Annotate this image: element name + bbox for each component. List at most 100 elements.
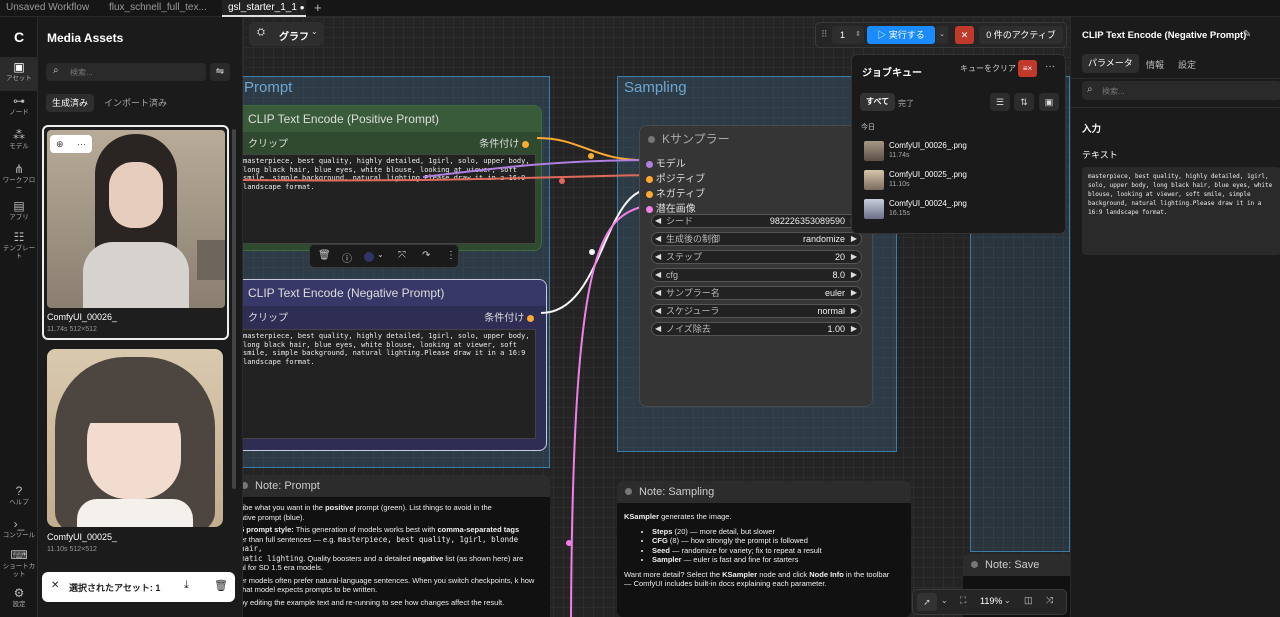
sampler-name-widget[interactable]: ◀ サンプラー名 euler ▶ bbox=[651, 286, 862, 300]
ksampler-node[interactable]: Kサンプラー モデル ポジティブ ネガティブ 潜在画像 潜 ◀シード982226… bbox=[639, 125, 873, 407]
tab-gsl-starter-label: gsl_starter_1_1 bbox=[228, 2, 297, 13]
ksampler-model-input[interactable]: モデル bbox=[646, 155, 686, 170]
more-icon[interactable]: ··· bbox=[1045, 61, 1055, 72]
gallery-icon[interactable]: ▣ bbox=[1039, 93, 1059, 111]
add-tab-button[interactable]: + bbox=[308, 0, 326, 17]
control-after-generate-widget[interactable]: ◀ 生成後の制御 randomize ▶ bbox=[651, 232, 862, 246]
rail-assets[interactable]: ▣ アセット bbox=[0, 57, 38, 91]
rail-help-label: ヘルプ bbox=[9, 499, 29, 506]
link-positive bbox=[536, 137, 652, 162]
fit-view-icon[interactable]: ⛶ bbox=[960, 595, 966, 606]
denoise-widget[interactable]: ◀ ノイズ除去 1.00 ▶ bbox=[651, 322, 862, 336]
cfg-widget[interactable]: ◀ cfg 8.0 ▶ bbox=[651, 268, 862, 282]
tab-info[interactable]: 情報 bbox=[1146, 58, 1164, 71]
rail-shortcuts[interactable]: ⌨ ショートカット bbox=[0, 548, 38, 584]
batch-count-input[interactable]: 1 ⇕ bbox=[832, 26, 864, 44]
rail-assets-label: アセット bbox=[6, 75, 32, 82]
scheduler-widget[interactable]: ◀ スケジューラ normal ▶ bbox=[651, 304, 862, 318]
chevron-down-icon[interactable]: ⌄ bbox=[941, 596, 948, 605]
play-icon: ▷ bbox=[877, 30, 887, 40]
cancel-run-button[interactable]: ✕ bbox=[955, 26, 974, 44]
clear-queue-button[interactable]: ≡× bbox=[1018, 60, 1037, 77]
media-search-input[interactable]: ⌕ 検索... bbox=[46, 63, 206, 81]
zoom-icon[interactable]: ⊕ bbox=[56, 135, 64, 153]
active-jobs-button[interactable]: 0 件のアクティブ bbox=[979, 26, 1063, 44]
denoise-label: ノイズ除去 bbox=[666, 324, 711, 334]
asset-card[interactable]: ComfyUI_00025_ 11.10s 512×512 bbox=[42, 347, 229, 557]
rail-console[interactable]: ›_ コンソール bbox=[0, 517, 38, 545]
rail-help[interactable]: ? ヘルプ bbox=[0, 484, 38, 512]
tab-flux-schnell[interactable]: flux_schnell_full_tex... bbox=[103, 0, 221, 17]
seed-value: 982226353089590 bbox=[769, 216, 845, 226]
asset-card[interactable]: ⊕ ··· ComfyUI_00026_ 11.74s 512×512 bbox=[42, 125, 229, 340]
ksampler-positive-input[interactable]: ポジティブ bbox=[646, 170, 705, 185]
rail-models[interactable]: ⁂ モデル bbox=[0, 128, 38, 158]
job-item[interactable]: ComfyUI_00026_.png 11.74s bbox=[861, 139, 1061, 163]
tab-imported[interactable]: インポート済み bbox=[104, 94, 167, 112]
divider bbox=[1071, 107, 1280, 108]
note-prompt[interactable]: Note: Prompt ribe what you want in the p… bbox=[243, 475, 550, 617]
filter-done[interactable]: 完了 bbox=[898, 98, 914, 109]
drag-handle-icon[interactable]: ⠿ bbox=[821, 29, 828, 40]
asset-thumbnail[interactable] bbox=[47, 130, 225, 308]
tab-parameters[interactable]: パラメータ bbox=[1082, 54, 1139, 73]
job-thumbnail bbox=[864, 141, 884, 161]
steps-widget[interactable]: ◀ ステップ 20 ▶ bbox=[651, 250, 862, 264]
filter-settings-icon[interactable]: ⇋ bbox=[210, 63, 230, 81]
rail-apps[interactable]: ▤ アプリ bbox=[0, 199, 38, 229]
unsaved-dot-icon: ● bbox=[299, 3, 305, 12]
text-field[interactable]: masterpiece, best quality, highly detail… bbox=[1082, 167, 1280, 255]
properties-search-placeholder: 検索... bbox=[1102, 87, 1125, 96]
tab-settings[interactable]: 設定 bbox=[1178, 58, 1196, 71]
link-visibility-icon[interactable]: ⤨ bbox=[1046, 595, 1053, 606]
steps-value: 20 bbox=[834, 252, 845, 262]
tab-generated[interactable]: 生成済み bbox=[46, 94, 95, 112]
filter-all[interactable]: すべて bbox=[860, 93, 896, 111]
zoom-level[interactable]: 119% bbox=[980, 596, 1002, 606]
run-button[interactable]: ▷ 実行する bbox=[867, 26, 935, 44]
tab-unsaved-workflow[interactable]: Unsaved Workflow bbox=[0, 0, 102, 17]
graph-icon: ⛭ bbox=[257, 27, 265, 38]
note-sampling-body: KSampler generates the image. Steps (20)… bbox=[617, 503, 911, 595]
rail-nodes[interactable]: ⊶ ノード bbox=[0, 94, 38, 124]
job-item[interactable]: ComfyUI_00025_.png 11.10s bbox=[861, 168, 1061, 192]
seed-widget[interactable]: ◀シード982226353089590▶ bbox=[651, 214, 862, 228]
job-time: 11.74s bbox=[889, 152, 910, 159]
note-sampling[interactable]: Note: Sampling KSampler generates the im… bbox=[617, 481, 911, 617]
close-icon[interactable]: ✕ bbox=[51, 580, 59, 591]
rail-workflows[interactable]: ⋔ ワークフロー bbox=[0, 162, 38, 196]
rail-console-label: コンソール bbox=[2, 532, 36, 539]
chevron-down-icon[interactable]: ⌄ bbox=[1004, 596, 1011, 605]
ksampler-negative-input[interactable]: ネガティブ bbox=[646, 185, 705, 200]
run-options-chevron-icon[interactable]: ⌄ bbox=[936, 26, 948, 44]
note-prompt-title: Note: Prompt bbox=[243, 475, 550, 497]
job-item[interactable]: ComfyUI_00024_.png 16.15s bbox=[861, 197, 1061, 221]
properties-search-input[interactable]: ⌕ 検索... bbox=[1082, 81, 1280, 100]
clear-queue-label[interactable]: キューをクリア bbox=[960, 63, 1016, 74]
media-assets-panel: Media Assets ⌕ 検索... ⇋ 生成済み インポート済み ⊕ ··… bbox=[38, 17, 243, 617]
minimap-icon[interactable]: ◫ bbox=[1024, 595, 1033, 606]
clear-list-icon: ≡× bbox=[1022, 64, 1033, 73]
today-label: 今日 bbox=[861, 124, 875, 131]
steps-label: ステップ bbox=[666, 252, 703, 262]
edit-pencil-icon[interactable]: ✎ bbox=[1243, 29, 1251, 40]
comfy-logo-icon[interactable]: C bbox=[0, 29, 38, 45]
sort-icon[interactable]: ⇅ bbox=[1014, 93, 1034, 111]
download-icon[interactable]: ⤓ bbox=[184, 579, 189, 592]
asset-actions: ⊕ ··· bbox=[50, 135, 92, 153]
asset-meta: 11.74s 512×512 bbox=[47, 326, 97, 333]
media-scrollbar[interactable] bbox=[232, 129, 236, 489]
select-tool-icon[interactable]: ➚ bbox=[917, 593, 937, 611]
rail-settings[interactable]: ⚙ 設定 bbox=[0, 586, 38, 614]
ksampler-model-label: モデル bbox=[655, 159, 686, 170]
filter-icon[interactable]: ☰ bbox=[990, 93, 1010, 111]
trash-icon[interactable]: 🗑 bbox=[214, 579, 228, 592]
rail-templates[interactable]: ☷ テンプレート bbox=[0, 230, 38, 264]
model-icon: ⁂ bbox=[13, 128, 25, 142]
graph-selector[interactable]: ⛭ グラフ ⌄ bbox=[249, 22, 323, 46]
asset-thumbnail[interactable] bbox=[47, 349, 223, 527]
ksampler-latent-input[interactable]: 潜在画像 bbox=[646, 200, 696, 215]
left-rail: C ▣ アセット ⊶ ノード ⁂ モデル ⋔ ワークフロー ▤ アプリ ☷ テンプレート ?… bbox=[0, 17, 38, 617]
tab-gsl-starter[interactable]: gsl_starter_1_1 ● bbox=[222, 0, 306, 17]
more-icon[interactable]: ··· bbox=[77, 135, 86, 153]
